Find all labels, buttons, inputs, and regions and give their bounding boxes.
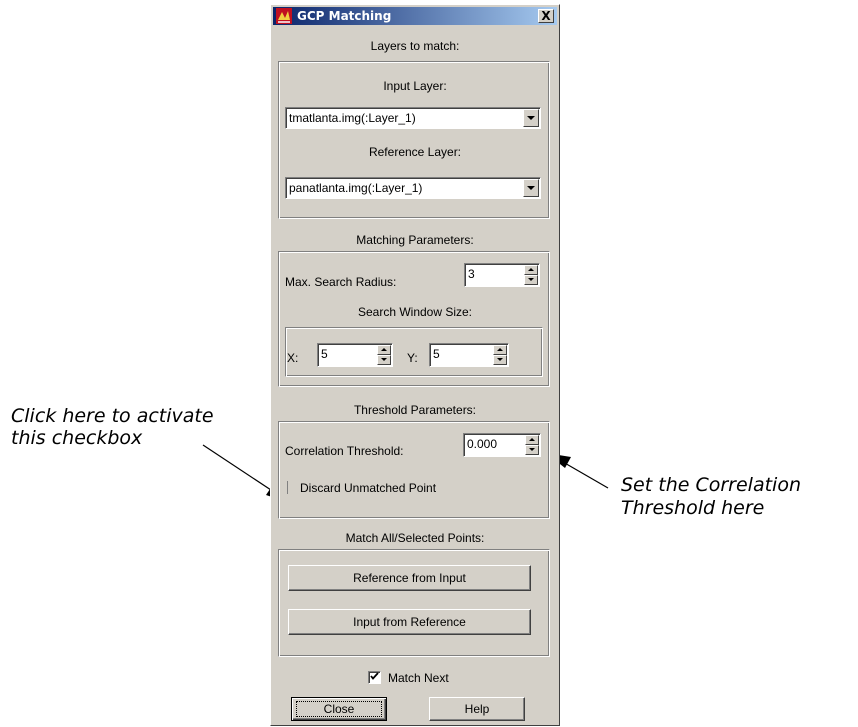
dialog-title: GCP Matching xyxy=(297,9,392,23)
match-next-label: Match Next xyxy=(388,671,449,685)
reference-from-input-button[interactable]: Reference from Input xyxy=(288,565,531,591)
close-button-label: Close xyxy=(323,702,355,716)
y-label: Y: xyxy=(407,351,418,365)
correlation-threshold-label: Correlation Threshold: xyxy=(285,444,404,458)
spin-down-icon[interactable] xyxy=(525,445,539,455)
max-search-radius-value: 3 xyxy=(468,267,475,281)
max-search-radius-label: Max. Search Radius: xyxy=(285,275,397,289)
spin-down-icon[interactable] xyxy=(493,355,507,365)
dropdown-arrow-icon[interactable] xyxy=(523,109,539,127)
input-from-reference-button[interactable]: Input from Reference xyxy=(288,609,531,635)
x-label: X: xyxy=(287,351,299,365)
match-next-checkbox[interactable] xyxy=(368,671,381,684)
check-icon xyxy=(370,672,379,680)
window-x-stepper[interactable]: 5 xyxy=(317,343,393,367)
max-search-radius-stepper[interactable]: 3 xyxy=(464,263,540,287)
reference-layer-value: panatlanta.img(:Layer_1) xyxy=(289,181,423,195)
spin-up-icon[interactable] xyxy=(525,435,539,445)
correlation-threshold-stepper[interactable]: 0.000 xyxy=(463,433,541,457)
close-icon[interactable]: X xyxy=(538,9,554,23)
spin-up-icon[interactable] xyxy=(524,265,538,275)
title-bar[interactable]: GCP Matching X xyxy=(273,7,557,25)
window-y-value: 5 xyxy=(433,347,440,361)
close-button[interactable]: Close xyxy=(291,697,387,721)
spin-up-icon[interactable] xyxy=(377,345,391,355)
discard-unmatched-label: Discard Unmatched Point xyxy=(300,481,437,495)
window-x-value: 5 xyxy=(321,347,328,361)
reference-layer-label: Reference Layer: xyxy=(368,145,462,159)
dropdown-arrow-icon[interactable] xyxy=(523,179,539,197)
spin-up-icon[interactable] xyxy=(493,345,507,355)
app-icon xyxy=(276,8,292,24)
spin-down-icon[interactable] xyxy=(524,275,538,285)
match-section-label: Match All/Selected Points: xyxy=(345,531,485,545)
input-layer-value: tmatlanta.img(:Layer_1) xyxy=(289,111,416,125)
reference-layer-select[interactable]: panatlanta.img(:Layer_1) xyxy=(285,177,541,199)
discard-unmatched-checkbox[interactable] xyxy=(287,481,289,494)
help-button[interactable]: Help xyxy=(429,697,525,721)
input-layer-select[interactable]: tmatlanta.img(:Layer_1) xyxy=(285,107,541,129)
threshold-section-label: Threshold Parameters: xyxy=(353,403,477,417)
input-layer-label: Input Layer: xyxy=(383,79,447,93)
search-window-label: Search Window Size: xyxy=(357,305,473,319)
matching-section-label: Matching Parameters: xyxy=(356,233,474,247)
gcp-matching-dialog: GCP Matching X Layers to match: Input La… xyxy=(270,4,560,726)
window-y-stepper[interactable]: 5 xyxy=(429,343,509,367)
correlation-threshold-value: 0.000 xyxy=(467,437,498,451)
layers-section-label: Layers to match: xyxy=(370,39,460,53)
spin-down-icon[interactable] xyxy=(377,355,391,365)
